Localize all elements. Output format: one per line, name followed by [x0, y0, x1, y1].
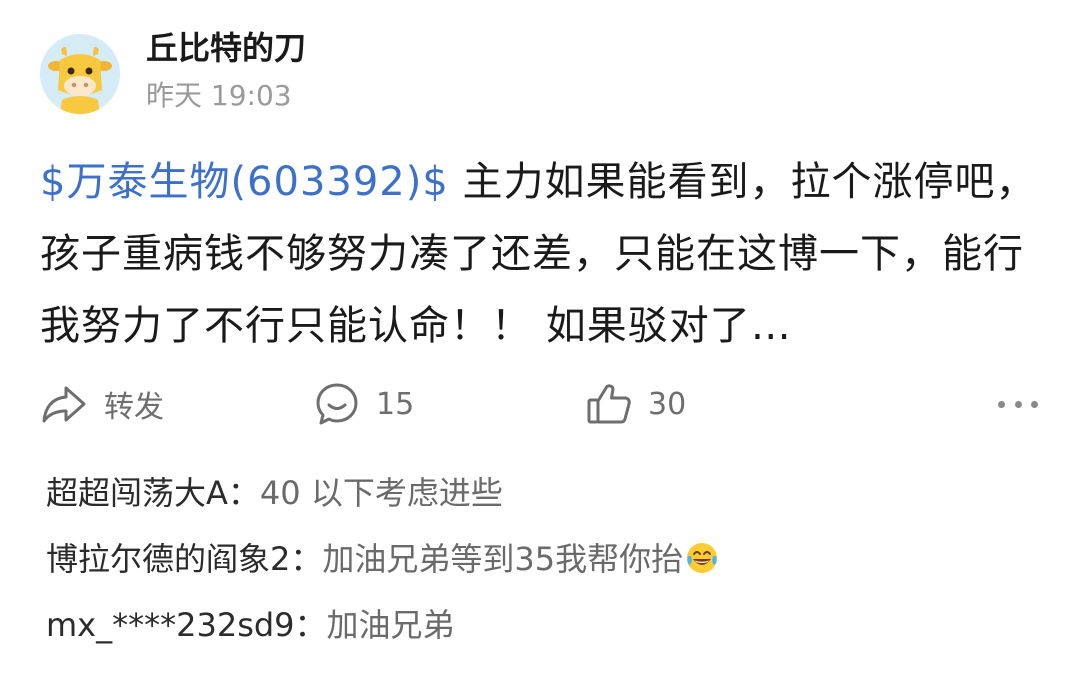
author-name[interactable]: 丘比特的刀: [146, 28, 306, 68]
more-options-button[interactable]: [998, 390, 1038, 418]
more-dots-icon: [998, 400, 1005, 408]
comment-text: 加油兄弟: [326, 606, 455, 644]
post-card: 丘比特的刀 昨天 19:03 $万泰生物(603392)$ 主力如果能看到，拉个…: [0, 0, 1080, 679]
like-count: 30: [648, 386, 687, 422]
comment-user[interactable]: mx_****232sd9: [46, 606, 295, 644]
thumbs-up-icon: [587, 384, 631, 424]
stock-link[interactable]: $万泰生物(603392)$: [40, 159, 449, 205]
comment-list: 超超闯荡大A：40 以下考虑进些 博拉尔德的阎象2：加油兄弟等到35我帮你抬 m…: [46, 464, 1046, 654]
comment-user[interactable]: 博拉尔德的阎象2: [46, 540, 290, 578]
comment-user[interactable]: 超超闯荡大A: [46, 474, 228, 512]
forward-button[interactable]: 转发: [40, 376, 164, 432]
share-arrow-icon: [42, 386, 86, 423]
cow-avatar-icon: [40, 34, 120, 114]
like-button[interactable]: 30: [586, 376, 686, 432]
comment-item[interactable]: mx_****232sd9：加油兄弟: [46, 596, 1046, 654]
author-avatar[interactable]: [40, 34, 120, 114]
forward-label: 转发: [104, 390, 164, 425]
comment-text: 加油兄弟等到35我帮你抬: [322, 540, 684, 578]
comment-button[interactable]: 15: [314, 376, 414, 432]
comment-separator: ：: [294, 606, 327, 644]
comment-item[interactable]: 博拉尔德的阎象2：加油兄弟等到35我帮你抬: [46, 530, 1046, 588]
comment-text: 40 以下考虑进些: [259, 474, 503, 512]
post-content[interactable]: $万泰生物(603392)$ 主力如果能看到，拉个涨停吧，孩子重病钱不够努力凑了…: [40, 146, 1040, 362]
comment-separator: ：: [227, 474, 260, 512]
comment-bubble-icon: [316, 383, 358, 425]
more-dots-icon: [1014, 400, 1022, 408]
comment-count: 15: [376, 386, 415, 422]
comment-separator: ：: [290, 540, 323, 578]
comment-item[interactable]: 超超闯荡大A：40 以下考虑进些: [46, 464, 1046, 522]
action-bar: 转发 15 30: [0, 376, 1080, 432]
more-dots-icon: [1031, 400, 1038, 408]
post-timestamp: 昨天 19:03: [146, 79, 292, 112]
tears-of-joy-emoji-icon: [687, 543, 718, 573]
